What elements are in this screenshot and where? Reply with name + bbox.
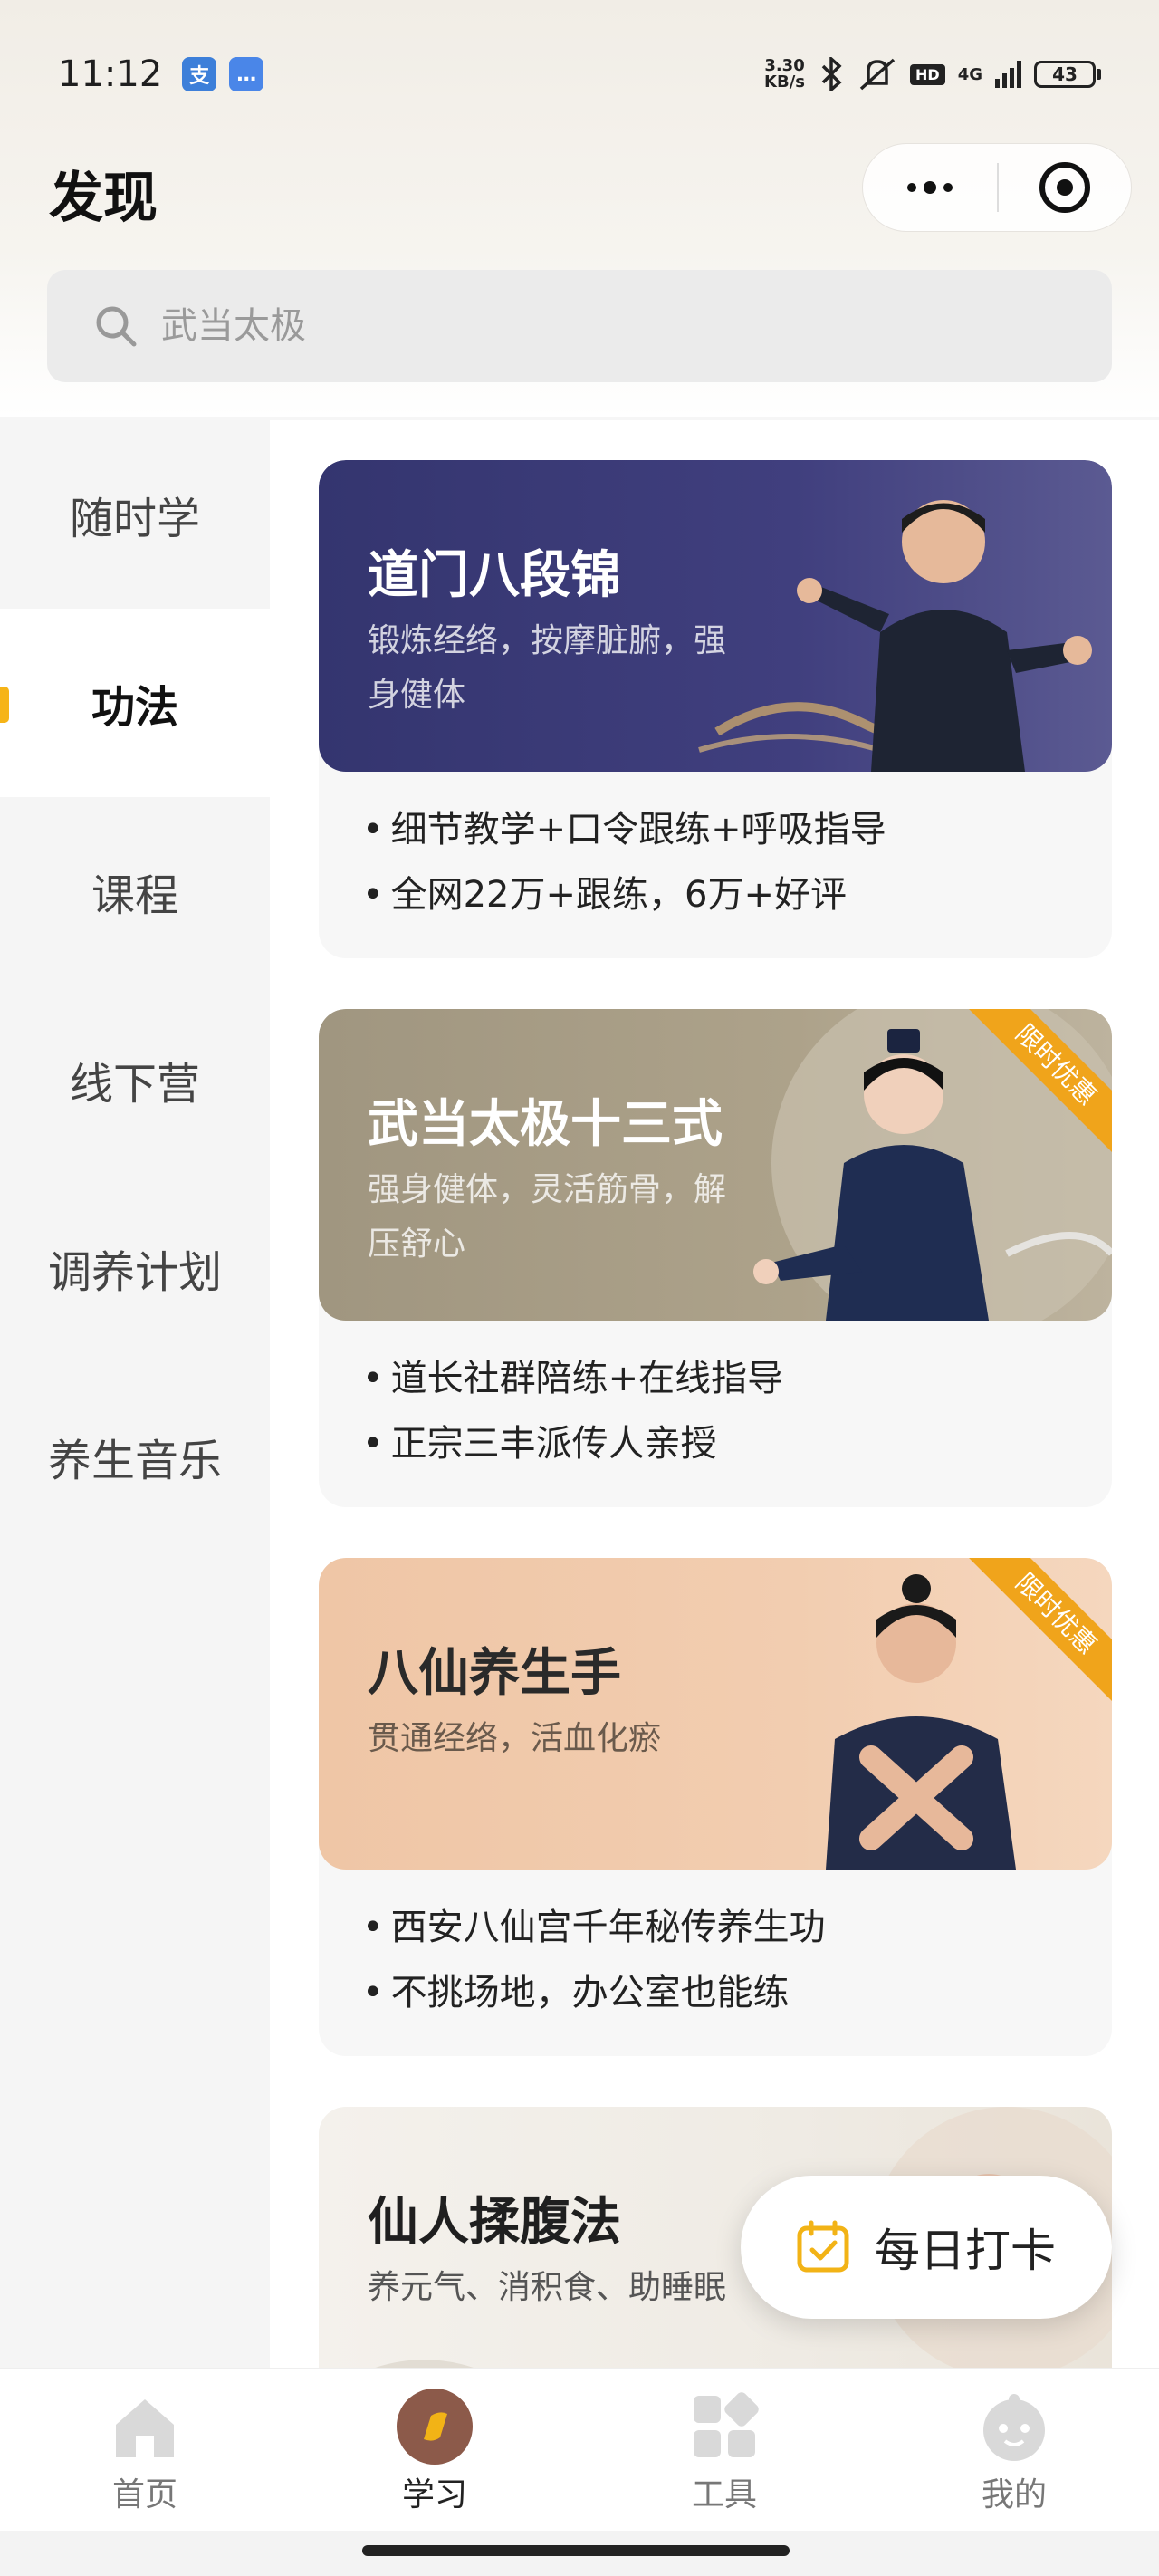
sidebar-item-anytime[interactable]: 随时学 — [0, 420, 270, 609]
calendar-check-icon — [797, 2220, 849, 2273]
home-icon — [107, 2389, 183, 2465]
mute-icon — [859, 58, 896, 91]
course-card[interactable]: 武当太极十三式 强身健体，灵活筋骨，解压舒心 限时优惠 道长社群陪练+在线指导 … — [319, 1009, 1112, 1507]
hd-badge: HD — [910, 63, 945, 85]
tools-icon — [686, 2389, 762, 2465]
tab-profile[interactable]: 我的 — [869, 2369, 1159, 2531]
signal-label: 4G — [957, 64, 982, 84]
sidebar-item-courses[interactable]: 课程 — [0, 797, 270, 985]
highlight-item: 全网22万+跟练，6万+好评 — [362, 862, 1067, 928]
course-title: 仙人揉腹法 — [368, 2193, 621, 2252]
course-title: 八仙养生手 — [368, 1644, 621, 1703]
highlight-item: 细节教学+口令跟练+呼吸指导 — [362, 797, 1067, 862]
net-speed: 3.30 KB/s — [764, 56, 806, 91]
sidebar-item-offline-camp[interactable]: 线下营 — [0, 985, 270, 1174]
alipay-notification-icon: 支 — [182, 57, 217, 91]
course-highlights: 西安八仙宫千年秘传养生功 不挑场地，办公室也能练 — [319, 1870, 1112, 2025]
course-list: 道门八段锦 锻炼经络，按摩脏腑，强身健体 细节教学+口令跟练+呼吸指导 全网22… — [270, 420, 1159, 2368]
tab-tools[interactable]: 工具 — [580, 2369, 869, 2531]
course-highlights: 道长社群陪练+在线指导 正宗三丰派传人亲授 — [319, 1321, 1112, 1476]
course-card[interactable]: 八仙养生手 贯通经络，活血化瘀 限时优惠 西安八仙宫千年秘传养生功 不挑场地，办… — [319, 1558, 1112, 2056]
category-sidebar: 随时学 功法 课程 线下营 调养计划 养生音乐 — [0, 420, 270, 2368]
more-button[interactable] — [863, 181, 997, 194]
sidebar-item-gongfa[interactable]: 功法 — [0, 609, 270, 797]
profile-icon — [976, 2389, 1052, 2465]
header: 11:12 支 … 3.30 KB/s HD 4G 43 发现 — [0, 0, 1159, 417]
home-indicator — [362, 2545, 790, 2556]
status-bar: 11:12 支 … 3.30 KB/s HD 4G 43 — [58, 47, 1101, 101]
sidebar-item-music[interactable]: 养生音乐 — [0, 1362, 270, 1551]
course-subtitle: 强身健体，灵活筋骨，解压舒心 — [368, 1171, 727, 1263]
highlight-item: 正宗三丰派传人亲授 — [362, 1411, 1067, 1476]
course-subtitle: 贯通经络，活血化瘀 — [368, 1720, 662, 1757]
checkin-label: 每日打卡 — [875, 2225, 1056, 2277]
course-banner: 武当太极十三式 强身健体，灵活筋骨，解压舒心 限时优惠 — [319, 1009, 1112, 1321]
study-icon — [397, 2389, 473, 2465]
course-subtitle: 锻炼经络，按摩脏腑，强身健体 — [368, 622, 727, 714]
target-icon — [1039, 162, 1090, 213]
status-time: 11:12 — [58, 53, 163, 95]
tab-study[interactable]: 学习 — [290, 2369, 580, 2531]
miniprogram-capsule — [862, 143, 1132, 232]
bottom-tab-bar: 首页 学习 工具 我的 — [0, 2368, 1159, 2531]
daily-checkin-button[interactable]: 每日打卡 — [741, 2176, 1112, 2319]
message-notification-icon: … — [229, 57, 264, 91]
page-title: 发现 — [49, 167, 158, 230]
signal-icon — [995, 61, 1021, 88]
course-banner: 八仙养生手 贯通经络，活血化瘀 限时优惠 — [319, 1558, 1112, 1870]
highlight-item: 不挑场地，办公室也能练 — [362, 1960, 1067, 2025]
search-input[interactable] — [161, 305, 976, 347]
bluetooth-icon — [821, 57, 842, 91]
close-button[interactable] — [999, 162, 1131, 213]
instructor-photo — [797, 500, 1092, 772]
battery-icon: 43 — [1034, 61, 1101, 88]
instructor-photo — [826, 1574, 1016, 1870]
tab-home[interactable]: 首页 — [0, 2369, 290, 2531]
course-title: 道门八段锦 — [368, 546, 621, 605]
search-icon — [96, 306, 137, 347]
course-subtitle: 养元气、消积食、助睡眠 — [368, 2269, 727, 2306]
course-banner: 道门八段锦 锻炼经络，按摩脏腑，强身健体 — [319, 460, 1112, 772]
course-card[interactable]: 道门八段锦 锻炼经络，按摩脏腑，强身健体 细节教学+口令跟练+呼吸指导 全网22… — [319, 460, 1112, 958]
highlight-item: 道长社群陪练+在线指导 — [362, 1346, 1067, 1411]
course-title: 武当太极十三式 — [368, 1095, 723, 1154]
highlight-item: 西安八仙宫千年秘传养生功 — [362, 1895, 1067, 1960]
sidebar-item-care-plan[interactable]: 调养计划 — [0, 1174, 270, 1362]
course-highlights: 细节教学+口令跟练+呼吸指导 全网22万+跟练，6万+好评 — [319, 772, 1112, 928]
search-bar[interactable] — [47, 270, 1112, 382]
